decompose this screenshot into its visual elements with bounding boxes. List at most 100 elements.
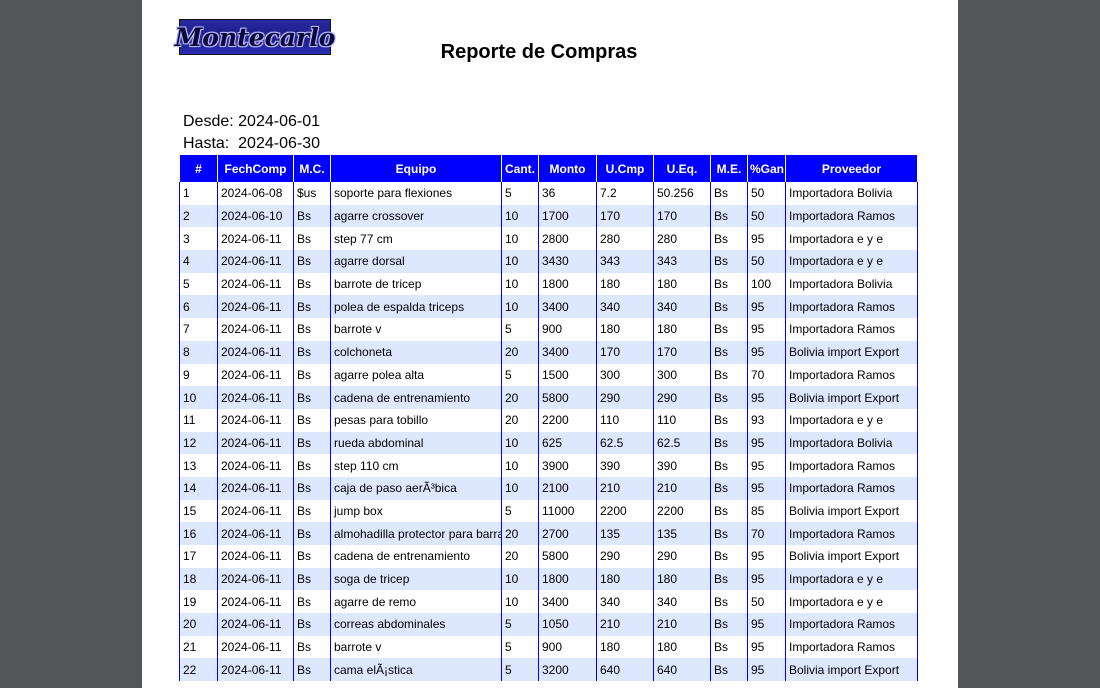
cell-index: 2 — [179, 204, 218, 228]
cell-amount: 2200 — [538, 408, 597, 432]
cell-amount: 2800 — [538, 227, 597, 251]
cell-amount: 625 — [538, 431, 597, 455]
cell-sale-currency: Bs — [710, 227, 748, 251]
table-row: 19 2024-06-11 Bs agarre de remo 10 3400 340 340… — [179, 590, 918, 614]
cell-sale-currency: Bs — [710, 545, 748, 568]
date-to-label: Hasta: — [183, 135, 230, 152]
cell-index: 8 — [179, 340, 218, 364]
cell-unit-cost: 62.5 — [596, 431, 654, 455]
cell-unit-cost: 170 — [596, 340, 654, 364]
cell-supplier: Bolivia import Export — [785, 545, 918, 568]
cell-amount: 1050 — [538, 613, 597, 636]
cell-sale-currency: Bs — [710, 340, 748, 364]
cell-sale-currency: Bs — [710, 250, 748, 273]
cell-supplier: Importadora Ramos — [785, 204, 918, 228]
cell-profit-pct: 95 — [747, 318, 786, 341]
cell-currency: Bs — [293, 340, 331, 364]
cell-amount: 1500 — [538, 363, 597, 387]
cell-supplier: Importadora Ramos — [785, 318, 918, 341]
cell-unit-equiv: 343 — [653, 250, 711, 273]
table-row: 8 2024-06-11 Bs colchoneta 20 3400 170 170 Bs 95 B… — [179, 340, 918, 364]
cell-sale-currency: Bs — [710, 590, 748, 614]
cell-quantity: 10 — [501, 476, 539, 500]
cell-supplier: Importadora Ramos — [785, 476, 918, 500]
table-header-row: # FechComp M.C. Equipo Cant. Monto U.Cmp U.Eq. M… — [179, 155, 918, 182]
table-row: 5 2024-06-11 Bs barrote de tricep 10 1800 180 1… — [179, 272, 918, 296]
cell-profit-pct: 85 — [747, 499, 786, 523]
cell-equipment: barrote v — [330, 318, 502, 341]
table-row: 20 2024-06-11 Bs correas abdominales 5 1050 21… — [179, 613, 918, 636]
cell-profit-pct: 95 — [747, 545, 786, 568]
cell-sale-currency: Bs — [710, 658, 748, 682]
cell-quantity: 10 — [501, 204, 539, 228]
cell-profit-pct: 70 — [747, 522, 786, 545]
cell-unit-cost: 340 — [596, 590, 654, 614]
cell-equipment: colchoneta — [330, 340, 502, 364]
cell-supplier: Importadora Bolivia — [785, 182, 918, 205]
cell-currency: $us — [293, 182, 331, 205]
cell-amount: 3430 — [538, 250, 597, 273]
cell-unit-cost: 170 — [596, 204, 654, 228]
cell-quantity: 20 — [501, 340, 539, 364]
cell-purchase-date: 2024-06-11 — [217, 272, 294, 296]
cell-index: 14 — [179, 476, 218, 500]
cell-currency: Bs — [293, 590, 331, 614]
cell-supplier: Importadora e y e — [785, 227, 918, 251]
cell-purchase-date: 2024-06-11 — [217, 545, 294, 568]
date-to-value: 2024-06-30 — [238, 135, 320, 152]
cell-quantity: 20 — [501, 545, 539, 568]
cell-profit-pct: 95 — [747, 658, 786, 682]
cell-unit-cost: 180 — [596, 635, 654, 659]
cell-equipment: soporte para flexiones — [330, 182, 502, 205]
cell-quantity: 20 — [501, 408, 539, 432]
cell-sale-currency: Bs — [710, 318, 748, 341]
cell-profit-pct: 50 — [747, 204, 786, 228]
cell-currency: Bs — [293, 272, 331, 296]
cell-supplier: Importadora Bolivia — [785, 431, 918, 455]
cell-sale-currency: Bs — [710, 363, 748, 387]
column-header-unit-cost: U.Cmp — [596, 155, 654, 182]
column-header-equipment: Equipo — [330, 155, 502, 182]
cell-unit-equiv: 170 — [653, 340, 711, 364]
cell-purchase-date: 2024-06-11 — [217, 250, 294, 273]
cell-purchase-date: 2024-06-11 — [217, 227, 294, 251]
column-header-index: # — [179, 155, 218, 182]
column-header-quantity: Cant. — [501, 155, 539, 182]
cell-unit-cost: 210 — [596, 476, 654, 500]
cell-sale-currency: Bs — [710, 272, 748, 296]
cell-amount: 3400 — [538, 295, 597, 319]
cell-profit-pct: 100 — [747, 272, 786, 296]
cell-unit-cost: 7.2 — [596, 182, 654, 205]
table-row: 9 2024-06-11 Bs agarre polea alta 5 1500 300 30… — [179, 363, 918, 387]
column-header-amount: Monto — [538, 155, 597, 182]
cell-sale-currency: Bs — [710, 182, 748, 205]
cell-equipment: rueda abdominal — [330, 431, 502, 455]
cell-quantity: 20 — [501, 386, 539, 409]
cell-sale-currency: Bs — [710, 386, 748, 409]
cell-unit-cost: 390 — [596, 454, 654, 477]
cell-index: 21 — [179, 635, 218, 659]
cell-amount: 900 — [538, 635, 597, 659]
cell-index: 1 — [179, 182, 218, 205]
cell-index: 5 — [179, 272, 218, 296]
cell-unit-equiv: 390 — [653, 454, 711, 477]
cell-index: 3 — [179, 227, 218, 251]
cell-unit-equiv: 280 — [653, 227, 711, 251]
cell-currency: Bs — [293, 567, 331, 591]
cell-equipment: jump box — [330, 499, 502, 523]
cell-quantity: 10 — [501, 454, 539, 477]
cell-index: 7 — [179, 318, 218, 341]
cell-unit-cost: 180 — [596, 272, 654, 296]
cell-unit-cost: 300 — [596, 363, 654, 387]
purchases-table: # FechComp M.C. Equipo Cant. Monto U.Cmp U.Eq. M… — [179, 155, 918, 682]
cell-sale-currency: Bs — [710, 204, 748, 228]
cell-currency: Bs — [293, 522, 331, 545]
cell-equipment: barrote v — [330, 635, 502, 659]
cell-amount: 3200 — [538, 658, 597, 682]
cell-equipment: agarre dorsal — [330, 250, 502, 273]
cell-quantity: 10 — [501, 227, 539, 251]
cell-unit-cost: 340 — [596, 295, 654, 319]
cell-equipment: pesas para tobillo — [330, 408, 502, 432]
cell-unit-equiv: 340 — [653, 590, 711, 614]
table-row: 18 2024-06-11 Bs soga de tricep 10 1800 180 180… — [179, 567, 918, 591]
